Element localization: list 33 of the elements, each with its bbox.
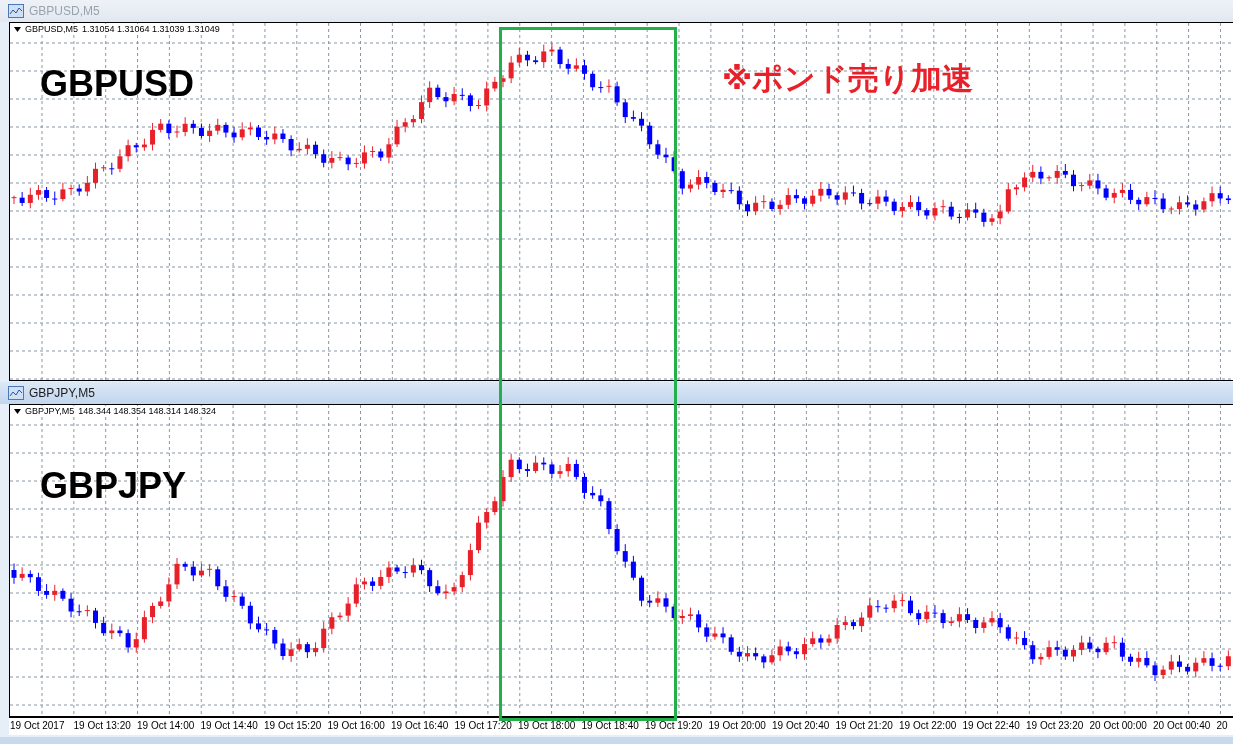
window-title: GBPUSD,M5 [29,4,100,18]
time-axis-label: 19 Oct 16:40 [390,719,450,733]
time-axis-label: 19 Oct 19:20 [644,719,704,733]
price-values: 1.31054 1.31064 1.31039 1.31049 [82,24,220,34]
time-axis-label: 19 Oct 13:20 [72,719,132,733]
time-axis-label: 19 Oct 22:40 [961,719,1021,733]
time-axis-label: 20 [1215,719,1229,733]
time-axis-label: 19 Oct 21:20 [834,719,894,733]
chart-window-icon [8,4,24,18]
symbol-label: GBPJPY,M5 [25,406,75,416]
time-axis-label: 19 Oct 2017 [9,719,66,733]
time-axis-label: 19 Oct 18:40 [580,719,640,733]
dropdown-triangle-icon[interactable] [14,26,21,32]
symbol-title: GBPUSD [40,63,195,105]
symbol-title: GBPJPY [40,465,187,507]
time-axis-label: 19 Oct 16:00 [326,719,386,733]
time-axis-label: 19 Oct 23:20 [1025,719,1085,733]
window-title: GBPJPY,M5 [29,386,95,400]
symbol-label: GBPUSD,M5 [25,24,78,34]
time-axis-label: 20 Oct 00:40 [1152,719,1212,733]
annotation-text: ※ポンド売り加速 [722,59,974,98]
time-axis-label: 19 Oct 20:40 [771,719,831,733]
time-axis-label: 19 Oct 18:00 [517,719,577,733]
price-values: 148.344 148.354 148.314 148.324 [78,406,216,416]
time-axis-label: 19 Oct 22:00 [898,719,958,733]
time-axis-label: 19 Oct 15:20 [263,719,323,733]
time-axis-label: 19 Oct 14:00 [136,719,196,733]
dropdown-triangle-icon[interactable] [14,408,21,414]
chart-window-icon [8,386,24,400]
time-axis-label: 19 Oct 14:40 [199,719,259,733]
time-axis-label: 20 Oct 00:00 [1088,719,1148,733]
time-axis-label: 19 Oct 17:20 [453,719,513,733]
time-axis-label: 19 Oct 20:00 [707,719,767,733]
